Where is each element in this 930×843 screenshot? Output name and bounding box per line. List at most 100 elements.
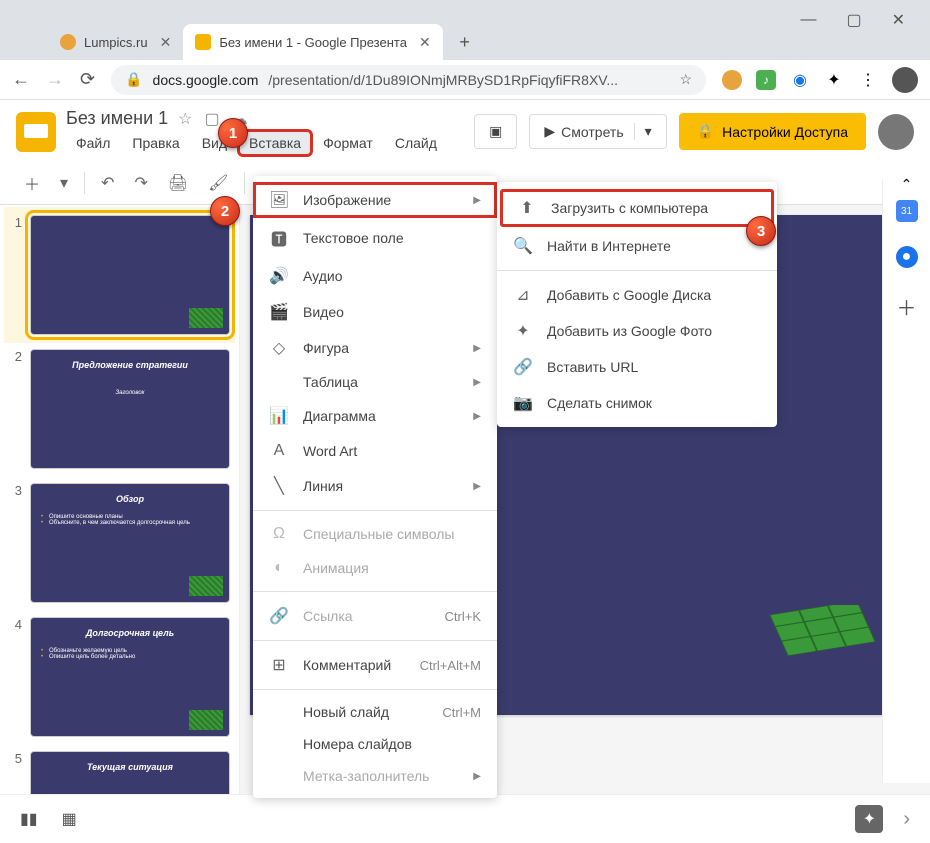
calendar-app-icon[interactable]: 31 <box>896 200 918 222</box>
menubar: Файл Правка Вид Вставка Формат Слайд <box>66 131 464 155</box>
slide-thumbnail[interactable]: Предложение стратегииЗаголовок <box>30 349 230 469</box>
url-field[interactable]: 🔒 docs.google.com /presentation/d/1Du89I… <box>111 65 706 95</box>
url-domain: docs.google.com <box>153 72 259 88</box>
tab-close-icon[interactable]: ✕ <box>160 34 172 51</box>
window-close-icon[interactable]: ✕ <box>892 10 905 30</box>
chevron-right-icon: ▶ <box>473 343 481 354</box>
menu-format[interactable]: Формат <box>313 131 383 155</box>
window-maximize-icon[interactable]: ▢ <box>846 10 861 30</box>
keep-app-icon[interactable]: ● <box>896 246 918 268</box>
chevron-down-icon[interactable]: ▾ <box>634 123 652 140</box>
print-button[interactable]: 🖨 <box>160 167 196 199</box>
menu-icon: ◇ <box>269 338 289 358</box>
slide-thumbnail[interactable]: ОбзорОпишите основные планыОбъясните, в … <box>30 483 230 603</box>
ext-yandex-icon[interactable] <box>722 70 742 90</box>
menu-label: Word Art <box>303 443 357 459</box>
menu-item-новый-слайд[interactable]: Новый слайдCtrl+M <box>253 696 497 728</box>
maze-decoration-icon <box>189 576 223 596</box>
nav-reload-icon[interactable]: ⟳ <box>80 69 95 90</box>
user-avatar[interactable] <box>878 114 914 150</box>
menu-item-таблица[interactable]: Таблица▶ <box>253 366 497 398</box>
filmstrip-view-icon[interactable]: ▮▮ <box>20 809 38 829</box>
new-slide-dropdown[interactable]: ▾ <box>52 167 76 199</box>
undo-button[interactable]: ↶ <box>93 167 122 199</box>
submenu-item[interactable]: 🔍Найти в Интернете <box>497 228 777 264</box>
menu-item-номера-слайдов[interactable]: Номера слайдов <box>253 728 497 760</box>
ext-menu-icon[interactable]: ⋮ <box>858 70 878 90</box>
add-apps-icon[interactable]: ＋ <box>897 292 917 321</box>
favicon-lumpics-icon <box>60 34 76 50</box>
slide-thumbnail-row[interactable]: 4Долгосрочная цельОбозначьте желаемую це… <box>8 617 231 737</box>
menu-item-видео[interactable]: 🎬Видео <box>253 294 497 330</box>
slide-thumbnail-row[interactable]: 3ОбзорОпишите основные планыОбъясните, в… <box>8 483 231 603</box>
menu-icon: 🔗 <box>513 357 533 377</box>
collapse-side-panel-icon[interactable]: ⌃ <box>901 176 913 193</box>
submenu-item[interactable]: 🔗Вставить URL <box>497 349 777 385</box>
menu-edit[interactable]: Правка <box>122 131 189 155</box>
lock-icon: 🔒 <box>697 123 714 140</box>
new-tab-button[interactable]: + <box>451 28 479 56</box>
menu-item-комментарий[interactable]: ⊞КомментарийCtrl+Alt+M <box>253 647 497 683</box>
present-label: Смотреть <box>561 124 623 140</box>
new-slide-button[interactable]: ＋ <box>16 165 48 201</box>
menu-label: Добавить с Google Диска <box>547 287 711 303</box>
present-button[interactable]: ▶ Смотреть ▾ <box>529 114 666 149</box>
tab-close-icon[interactable]: ✕ <box>419 34 431 51</box>
document-title[interactable]: Без имени 1 <box>66 108 168 129</box>
maze-decoration-icon <box>189 308 223 328</box>
window-minimize-icon[interactable]: — <box>800 11 816 29</box>
slide-thumbnail[interactable] <box>30 215 230 335</box>
submenu-item[interactable]: 📷Сделать снимок <box>497 385 777 421</box>
redo-button[interactable]: ↷ <box>126 167 155 199</box>
menu-shortcut: Ctrl+Alt+M <box>420 658 481 673</box>
menu-file[interactable]: Файл <box>66 131 120 155</box>
star-icon[interactable]: ☆ <box>178 109 192 129</box>
paint-format-button[interactable]: 🖌 <box>200 167 236 199</box>
scroll-right-icon[interactable]: › <box>903 808 910 831</box>
menu-item-диаграмма[interactable]: 📊Диаграмма▶ <box>253 398 497 434</box>
menu-insert[interactable]: Вставка <box>239 131 311 155</box>
share-button[interactable]: 🔒 Настройки Доступа <box>679 113 866 150</box>
ext-music-icon[interactable]: ♪ <box>756 70 776 90</box>
grid-view-icon[interactable]: ▦ <box>62 809 77 829</box>
menu-item-аудио[interactable]: 🔊Аудио <box>253 258 497 294</box>
slides-logo-icon[interactable] <box>16 112 56 152</box>
slide-thumbnail[interactable]: Долгосрочная цельОбозначьте желаемую цел… <box>30 617 230 737</box>
submenu-item[interactable]: ⬆Загрузить с компьютера <box>501 190 773 226</box>
lock-icon: 🔒 <box>125 71 142 88</box>
profile-avatar-icon[interactable] <box>892 67 918 93</box>
slide-thumbnail-row[interactable]: 1 <box>4 207 235 343</box>
ext-opera-icon[interactable]: ◉ <box>790 70 810 90</box>
chevron-right-icon: ▶ <box>473 195 481 206</box>
menu-label: Видео <box>303 304 344 320</box>
menu-label: Аудио <box>303 268 343 284</box>
star-icon[interactable]: ☆ <box>679 71 692 88</box>
side-panel: ⌃ 31 ● ＋ <box>882 180 930 783</box>
nav-forward-icon[interactable]: → <box>46 69 64 90</box>
move-icon[interactable]: ▢ <box>204 109 219 129</box>
submenu-item[interactable]: ✦Добавить из Google Фото <box>497 313 777 349</box>
menu-item-word-art[interactable]: AWord Art <box>253 434 497 468</box>
browser-tab-lumpics[interactable]: Lumpics.ru ✕ <box>48 24 183 60</box>
menu-icon: 🔗 <box>269 606 289 626</box>
menu-item-фигура[interactable]: ◇Фигура▶ <box>253 330 497 366</box>
menu-icon: ⊞ <box>269 655 289 675</box>
comment-icon: ▣ <box>489 123 502 140</box>
menu-item-линия[interactable]: ╲Линия▶ <box>253 468 497 504</box>
maze-decoration-icon <box>189 710 223 730</box>
insert-menu-dropdown: 🖼Изображение▶🆃Текстовое поле🔊Аудио🎬Видео… <box>253 176 497 798</box>
menu-label: Таблица <box>303 374 358 390</box>
ext-puzzle-icon[interactable]: ✦ <box>824 70 844 90</box>
browser-tab-slides[interactable]: Без имени 1 - Google Презента ✕ <box>183 24 442 60</box>
menu-item-изображение[interactable]: 🖼Изображение▶ <box>253 182 497 218</box>
comment-history-button[interactable]: ▣ <box>474 114 517 149</box>
menu-slide[interactable]: Слайд <box>385 131 447 155</box>
slide-panel[interactable]: 12Предложение стратегииЗаголовок 3ОбзорОп… <box>0 205 240 824</box>
menu-item-текстовое-поле[interactable]: 🆃Текстовое поле <box>253 218 497 258</box>
menu-label: Новый слайд <box>303 704 389 720</box>
nav-back-icon[interactable]: ← <box>12 69 30 90</box>
explore-button[interactable]: ✦ <box>855 805 883 833</box>
slide-thumbnail-row[interactable]: 2Предложение стратегииЗаголовок <box>8 349 231 469</box>
submenu-item[interactable]: ⊿Добавить с Google Диска <box>497 277 777 313</box>
thumb-bullets: Обозначьте желаемую цельОпишите цель бол… <box>41 648 219 660</box>
